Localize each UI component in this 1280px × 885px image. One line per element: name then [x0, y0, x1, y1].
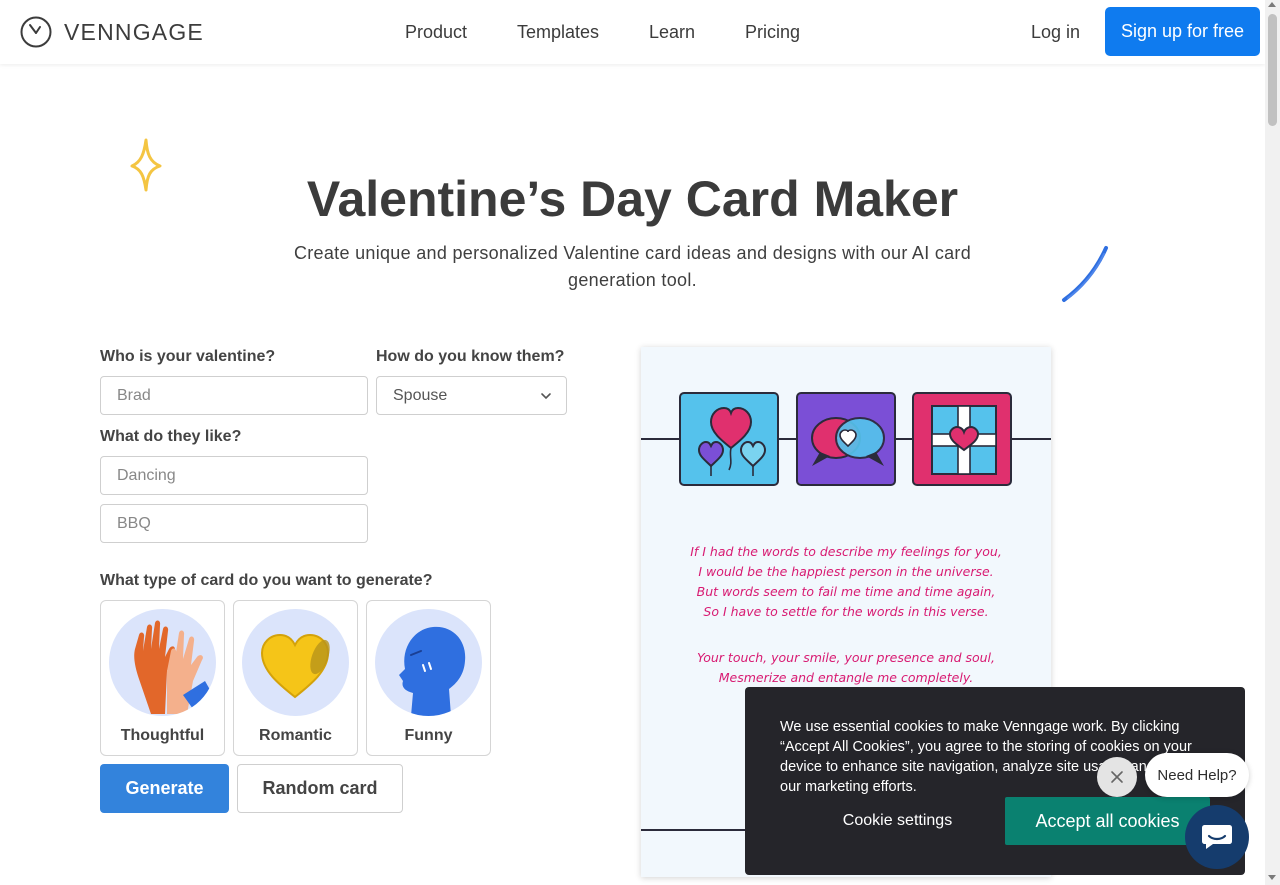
login-link[interactable]: Log in: [1031, 22, 1080, 43]
relation-value: Spouse: [393, 386, 448, 404]
signup-button[interactable]: Sign up for free: [1105, 7, 1260, 56]
logo-mark-icon: [20, 16, 52, 48]
scroll-up-icon[interactable]: [1268, 2, 1276, 7]
scrollbar[interactable]: [1265, 0, 1280, 885]
card-type-romantic-label: Romantic: [259, 727, 332, 744]
relation-label: How do you know them?: [376, 348, 565, 365]
poem-line: I would be the happiest person in the un…: [698, 564, 994, 579]
scroll-thumb[interactable]: [1268, 14, 1277, 126]
poem-line: But words seem to fail me time and time …: [696, 584, 996, 599]
nav-templates[interactable]: Templates: [517, 22, 599, 43]
card-type-thoughtful[interactable]: Thoughtful: [100, 600, 225, 756]
poem-line: Your touch, your smile, your presence an…: [696, 650, 996, 665]
venngage-logo[interactable]: VENNGAGE: [20, 16, 204, 48]
card-type-funny-label: Funny: [404, 727, 453, 744]
balloons-icon: [679, 392, 779, 486]
poem-line: If I had the words to describe my feelin…: [690, 544, 1002, 559]
logo-text: VENNGAGE: [64, 18, 204, 45]
card-type-thoughtful-label: Thoughtful: [120, 727, 205, 744]
gold-heart-icon: [242, 609, 349, 716]
close-icon: [1111, 771, 1123, 783]
scroll-down-icon[interactable]: [1268, 875, 1276, 880]
brush-stroke-icon: [1062, 246, 1108, 302]
cookie-settings-button[interactable]: Cookie settings: [805, 809, 990, 833]
card-type-label: What type of card do you want to generat…: [100, 572, 433, 589]
top-nav: VENNGAGE Product Templates Learn Pricing…: [0, 0, 1265, 64]
generate-button[interactable]: Generate: [100, 764, 229, 813]
like-input-1[interactable]: Dancing: [100, 456, 368, 495]
laughing-head-icon: [375, 609, 482, 716]
poem-line: Mesmerize and entangle me completely.: [718, 670, 974, 685]
like-input-2[interactable]: BBQ: [100, 504, 368, 543]
accept-cookies-button[interactable]: Accept all cookies: [1005, 797, 1210, 845]
nav-pricing[interactable]: Pricing: [745, 22, 800, 43]
card-type-romantic[interactable]: Romantic: [233, 600, 358, 756]
nav-learn[interactable]: Learn: [649, 22, 695, 43]
random-card-button[interactable]: Random card: [237, 764, 403, 813]
poem-line: So I have to settle for the words in thi…: [703, 604, 989, 619]
nav-product[interactable]: Product: [405, 22, 467, 43]
likes-label: What do they like?: [100, 428, 242, 445]
page: VENNGAGE Product Templates Learn Pricing…: [0, 0, 1280, 885]
page-subtitle: Create unique and personalized Valentine…: [293, 243, 972, 290]
relation-select[interactable]: Spouse: [376, 376, 567, 415]
close-help-button[interactable]: [1097, 757, 1137, 797]
need-help-bubble[interactable]: Need Help?: [1145, 753, 1249, 797]
chat-icon: [1202, 825, 1232, 849]
high-five-icon: [109, 609, 216, 716]
help-chat-button[interactable]: [1185, 805, 1249, 869]
card-stanza-1: If I had the words to describe my feelin…: [641, 542, 1051, 622]
gift-box-icon: [912, 392, 1012, 486]
chevron-down-icon: [541, 393, 551, 400]
chat-bubbles-icon: [796, 392, 896, 486]
valentine-name-input[interactable]: Brad: [100, 376, 368, 415]
page-title: Valentine’s Day Card Maker: [306, 171, 959, 227]
card-type-funny[interactable]: Funny: [366, 600, 491, 756]
valentine-label: Who is your valentine?: [100, 348, 276, 365]
